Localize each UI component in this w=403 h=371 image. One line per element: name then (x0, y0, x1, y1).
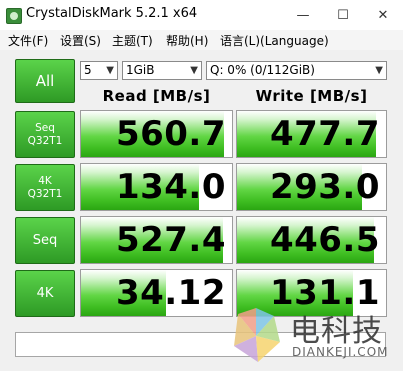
title-bar: CrystalDiskMark 5.2.1 x64 — ☐ ✕ (0, 0, 403, 31)
row-label: Seq (32, 233, 58, 248)
drive-select[interactable]: Q: 0% (0/112GiB) ▼ (206, 61, 387, 80)
app-icon (6, 8, 22, 24)
seq-q32t1-read-cell: 560.7 (80, 110, 233, 158)
read-value: 560.7 (115, 114, 226, 154)
seq-q32t1-button[interactable]: Seq Q32T1 (15, 111, 75, 158)
menu-file[interactable]: 文件(F) (8, 32, 48, 49)
read-value: 527.4 (115, 220, 226, 260)
menu-theme[interactable]: 主题(T) (112, 32, 153, 49)
read-value: 34.12 (115, 273, 226, 313)
row-sublabel: Q32T1 (27, 134, 63, 147)
window-title: CrystalDiskMark 5.2.1 x64 (26, 6, 198, 21)
row-label: 4K (38, 174, 52, 187)
write-value: 293.0 (269, 167, 380, 207)
seq-button[interactable]: Seq (15, 217, 75, 264)
write-header: Write [MB/s] (255, 87, 368, 105)
minimize-button[interactable]: — (283, 0, 323, 30)
4k-q32t1-write-cell: 293.0 (236, 163, 387, 211)
seq-write-cell: 446.5 (236, 216, 387, 264)
drive-value: Q: 0% (0/112GiB) (210, 63, 315, 77)
close-button[interactable]: ✕ (363, 0, 403, 30)
chevron-down-icon: ▼ (106, 65, 114, 76)
seq-q32t1-write-cell: 477.7 (236, 110, 387, 158)
watermark-subtext: DIANKEJI.COM (292, 345, 389, 359)
read-header: Read [MB/s] (102, 87, 211, 105)
4k-button[interactable]: 4K (15, 270, 75, 317)
write-value: 446.5 (269, 220, 380, 260)
4k-q32t1-button[interactable]: 4K Q32T1 (15, 164, 75, 211)
menu-language[interactable]: 语言(L)(Language) (220, 32, 329, 49)
4k-q32t1-read-cell: 134.0 (80, 163, 233, 211)
watermark-text: 电科技 (290, 314, 383, 349)
chevron-down-icon: ▼ (190, 65, 198, 76)
menu-settings[interactable]: 设置(S) (60, 32, 101, 49)
write-value: 477.7 (269, 114, 380, 154)
test-count-value: 5 (84, 63, 92, 77)
4k-read-cell: 34.12 (80, 269, 233, 317)
menu-bar: 文件(F) 设置(S) 主题(T) 帮助(H) 语言(L)(Language) (0, 30, 403, 50)
watermark-logo (234, 308, 280, 362)
test-count-select[interactable]: 5 ▼ (80, 61, 118, 80)
test-size-select[interactable]: 1GiB ▼ (122, 61, 202, 80)
test-size-value: 1GiB (126, 63, 155, 77)
run-all-button[interactable]: All (15, 59, 75, 103)
seq-read-cell: 527.4 (80, 216, 233, 264)
row-label: Seq (35, 121, 55, 134)
row-sublabel: Q32T1 (27, 187, 63, 200)
row-label: 4K (36, 286, 54, 301)
chevron-down-icon: ▼ (375, 65, 383, 76)
menu-help[interactable]: 帮助(H) (166, 32, 208, 49)
read-value: 134.0 (115, 167, 226, 207)
maximize-button[interactable]: ☐ (323, 0, 363, 30)
